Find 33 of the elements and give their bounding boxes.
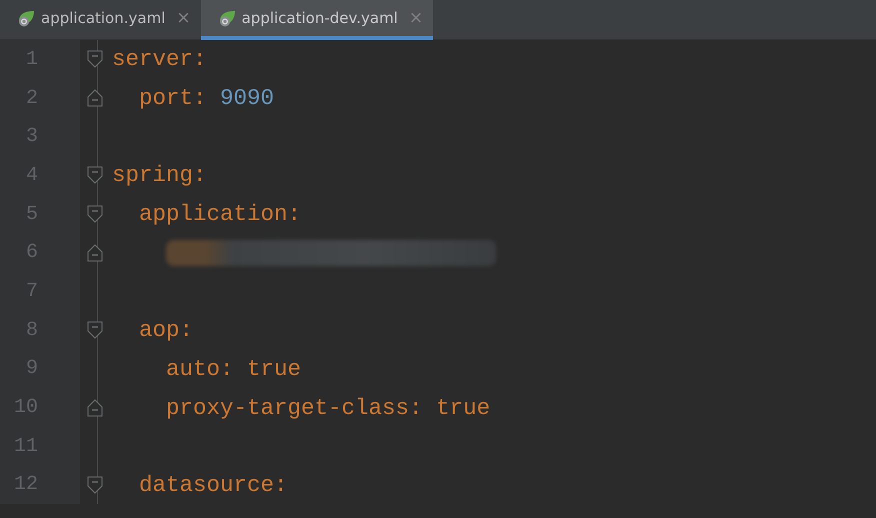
yaml-key: spring — [112, 162, 194, 188]
yaml-key: proxy-target-class — [166, 394, 410, 421]
yaml-key: aop — [139, 317, 180, 344]
yaml-key: application — [139, 201, 288, 228]
fold-marker-icon[interactable] — [87, 166, 103, 184]
unfold-marker-icon[interactable] — [87, 89, 103, 108]
yaml-key: auto — [166, 356, 220, 382]
colon: : — [193, 46, 207, 72]
unfold-marker-icon[interactable] — [87, 244, 103, 262]
yaml-key: datasource — [139, 472, 274, 498]
colon: : — [193, 85, 207, 112]
yaml-key: port — [139, 85, 194, 112]
colon: : — [180, 317, 194, 344]
colon: : — [274, 472, 288, 498]
colon: : — [193, 162, 207, 188]
fold-marker-icon[interactable] — [87, 321, 103, 340]
tab-label: application-dev.yaml — [242, 9, 398, 27]
leaf-file-icon — [16, 8, 36, 28]
editor-tab[interactable]: application.yaml × — [0, 0, 201, 40]
editor-tab[interactable]: application-dev.yaml × — [200, 0, 434, 40]
yaml-value: true — [436, 394, 490, 421]
fold-marker-icon[interactable] — [87, 205, 103, 224]
yaml-value: true — [247, 356, 302, 382]
close-tab-button[interactable]: × — [176, 8, 191, 28]
fold-marker-icon[interactable] — [87, 476, 103, 494]
colon: : — [409, 394, 423, 421]
colon: : — [288, 201, 302, 228]
tab-label: application.yaml — [41, 9, 166, 27]
yaml-value: 9090 — [220, 85, 274, 112]
colon: : — [220, 356, 234, 382]
fold-marker-icon[interactable] — [87, 50, 103, 68]
yaml-key: server — [112, 46, 194, 72]
unfold-marker-icon[interactable] — [87, 398, 103, 417]
